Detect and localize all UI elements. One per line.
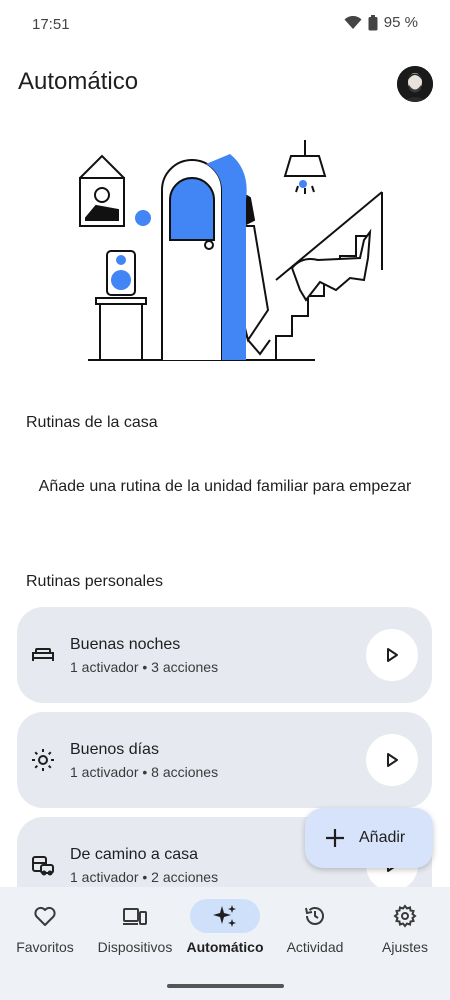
nav-item-dispositivos[interactable]: Dispositivos [90, 899, 180, 969]
routines-illustration [79, 140, 383, 361]
nav-pill [280, 899, 350, 933]
routine-name: Buenas noches [70, 636, 181, 653]
empty-state-message: Añade una rutina de la unidad familiar p… [38, 478, 412, 495]
nav-item-favoritos[interactable]: Favoritos [0, 899, 90, 969]
nav-item-actividad[interactable]: Actividad [270, 899, 360, 969]
nav-item-automatico[interactable]: Automático [180, 899, 270, 969]
play-icon [387, 648, 398, 662]
routine-name: Buenos días [70, 741, 159, 758]
add-button-label: Añadir [359, 829, 406, 846]
plus-icon [326, 829, 344, 847]
routine-meta: 1 activador • 3 acciones [70, 659, 219, 675]
avatar[interactable] [397, 66, 433, 102]
nav-label: Actividad [286, 939, 344, 955]
devices-icon [123, 908, 147, 925]
status-icons: 95 % [344, 14, 418, 31]
play-button[interactable] [366, 629, 418, 681]
play-icon [387, 753, 398, 767]
routine-meta: 1 activador • 8 acciones [70, 764, 219, 780]
nav-pill [10, 899, 80, 933]
routine-name: De camino a casa [70, 846, 199, 863]
battery-icon [368, 14, 378, 30]
play-button[interactable] [366, 734, 418, 786]
nav-label: Dispositivos [97, 939, 173, 955]
nav-item-ajustes[interactable]: Ajustes [360, 899, 450, 969]
nav-pill [100, 899, 170, 933]
nav-pill [370, 899, 440, 933]
sun-icon [32, 749, 54, 771]
battery-percent: 95 % [383, 14, 418, 31]
sparkle-icon [213, 905, 236, 927]
nav-label: Favoritos [16, 939, 74, 955]
nav-label: Automático [186, 939, 264, 955]
status-bar: 17:51 95 % [0, 0, 450, 48]
routine-meta: 1 activador • 2 acciones [70, 869, 219, 885]
commute-icon [32, 856, 54, 876]
nav-pill-active [190, 899, 260, 933]
home-indicator[interactable] [167, 984, 284, 988]
routine-card-buenos-dias[interactable]: Buenos días 1 activador • 8 acciones [17, 712, 432, 808]
bed-icon [32, 648, 54, 661]
section-title-home-routines: Rutinas de la casa [26, 414, 158, 431]
history-icon [305, 907, 324, 925]
wifi-icon [344, 15, 362, 29]
avatar-image [397, 66, 433, 102]
heart-icon [34, 906, 56, 926]
section-title-personal-routines: Rutinas personales [26, 573, 163, 590]
gear-icon [393, 904, 417, 928]
nav-label: Ajustes [382, 939, 428, 955]
routine-card-buenas-noches[interactable]: Buenas noches 1 activador • 3 acciones [17, 607, 432, 703]
add-routine-button[interactable]: Añadir [305, 808, 433, 868]
page-title: Automático [18, 68, 139, 95]
status-time: 17:51 [32, 16, 70, 33]
